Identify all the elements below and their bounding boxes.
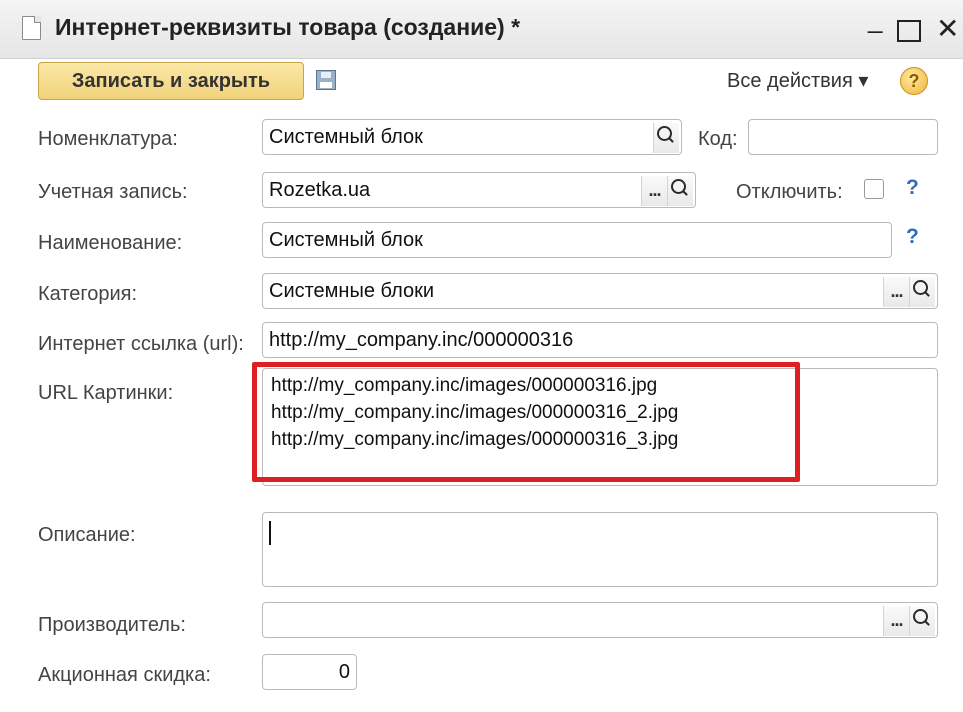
account-search-button[interactable] [667, 176, 693, 206]
close-icon[interactable]: ✕ [936, 12, 959, 45]
name-help-icon[interactable]: ? [906, 225, 919, 249]
search-icon [671, 179, 686, 194]
category-field[interactable]: Системные блоки ... [262, 273, 938, 309]
manufacturer-field[interactable]: ... [262, 602, 938, 638]
floppy-disk-icon[interactable] [316, 70, 336, 90]
search-icon [657, 126, 672, 141]
account-help-icon[interactable]: ? [906, 176, 919, 200]
name-field[interactable]: Системный блок [262, 222, 892, 258]
search-icon [913, 609, 928, 624]
nomenclature-search-button[interactable] [653, 123, 679, 153]
window-title: Интернет-реквизиты товара (создание) * [55, 14, 521, 40]
discount-field[interactable]: 0 [262, 654, 357, 690]
image-urls-label: URL Картинки: [38, 382, 174, 404]
account-value: Rozetka.ua [269, 179, 371, 201]
manufacturer-select-button[interactable]: ... [883, 606, 909, 636]
url-label: Интернет ссылка (url): [38, 333, 244, 355]
minimize-icon[interactable]: _ [868, 4, 882, 35]
code-label: Код: [698, 128, 738, 150]
account-select-button[interactable]: ... [641, 176, 667, 206]
text-caret [269, 521, 271, 545]
nomenclature-value: Системный блок [269, 126, 423, 148]
manufacturer-search-button[interactable] [909, 606, 935, 636]
description-label: Описание: [38, 524, 136, 546]
manufacturer-label: Производитель: [38, 614, 186, 636]
save-and-close-button[interactable]: Записать и закрыть [38, 62, 304, 100]
code-field[interactable] [748, 119, 938, 155]
category-label: Категория: [38, 283, 138, 305]
account-field[interactable]: Rozetka.ua ... [262, 172, 696, 208]
document-icon [22, 16, 41, 40]
name-label: Наименование: [38, 232, 183, 254]
highlight-box [252, 362, 800, 482]
discount-label: Акционная скидка: [38, 664, 211, 686]
category-select-button[interactable]: ... [883, 277, 909, 307]
nomenclature-label: Номенклатура: [38, 128, 178, 150]
disable-label: Отключить: [736, 181, 843, 203]
dialog-window: Интернет-реквизиты товара (создание) * _… [0, 0, 963, 712]
account-label: Учетная запись: [38, 181, 188, 203]
all-actions-menu[interactable]: Все действия ▾ [727, 68, 868, 93]
disable-checkbox[interactable] [864, 179, 884, 199]
search-icon [913, 280, 928, 295]
url-field[interactable]: http://my_company.inc/000000316 [262, 322, 938, 358]
help-icon[interactable]: ? [900, 67, 928, 95]
maximize-icon[interactable] [897, 20, 921, 42]
description-textarea[interactable] [262, 512, 938, 587]
nomenclature-field[interactable]: Системный блок [262, 119, 682, 155]
category-search-button[interactable] [909, 277, 935, 307]
title-bar[interactable]: Интернет-реквизиты товара (создание) * _… [0, 0, 963, 59]
category-value: Системные блоки [269, 280, 435, 302]
